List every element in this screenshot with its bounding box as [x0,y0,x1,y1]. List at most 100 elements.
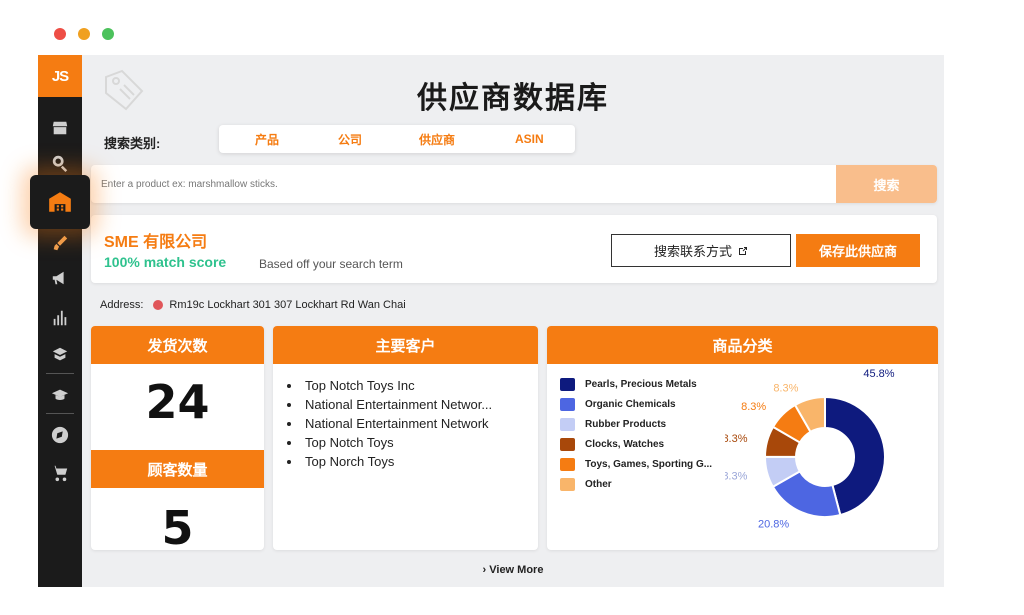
sidebar-divider [46,413,74,414]
legend-label: Clocks, Watches [585,438,665,450]
legend-label: Organic Chemicals [585,398,676,410]
customer-name: Top Norch Toys [305,454,395,469]
sidebar-item-search[interactable] [50,153,70,173]
category-donut-chart: 45.8% 20.8% 8.3% 8.3% 8.3% 8.3% [725,368,895,530]
search-icon [52,155,68,172]
supplier-name: SME 有限公司 [104,234,208,251]
sidebar-item-store[interactable] [50,118,70,138]
sidebar-item-marketing[interactable] [50,268,70,288]
location-pin-icon [153,300,164,310]
view-more-label: View More [489,564,544,576]
view-more-link[interactable]: › View More [82,564,944,576]
legend-swatch [560,417,575,431]
customer-count-value: 5 [161,501,194,550]
legend-item: Clocks, Watches [560,434,712,454]
list-item: Top Notch Toys [287,433,538,452]
minimize-window-icon[interactable] [78,28,90,40]
shipments-value: 24 [145,375,210,429]
match-score: 100% match score [104,254,227,270]
tab-supplier[interactable]: 供应商 [419,131,455,148]
legend-item: Rubber Products [560,414,712,434]
legend-swatch [560,477,575,491]
address-label: Address: [100,299,144,311]
brush-icon [53,235,68,251]
sidebar-item-cart[interactable] [50,463,70,483]
legend-item: Organic Chemicals [560,394,712,414]
list-item: Top Notch Toys Inc [287,376,538,395]
legend-item: Toys, Games, Sporting G... [560,454,712,474]
list-item: Top Norch Toys [287,452,538,471]
customer-name: Top Notch Toys [305,435,394,450]
search-contact-label: 搜索联系方式 [653,244,732,259]
legend-item: Other [560,474,712,494]
store-icon [52,121,68,135]
cart-icon [51,465,68,482]
address-row: Address: Rm19c Lockhart 301 307 Lockhart… [100,299,406,311]
sidebar: JS [30,55,90,587]
donut-slice-label: 8.3% [725,470,748,482]
search-category-tabs: 产品 公司 供应商 ASIN [219,125,575,153]
supplier-card: SME 有限公司 100% match score Based off your… [91,215,937,283]
close-window-icon[interactable] [54,28,66,40]
chart-legend: Pearls, Precious Metals Organic Chemicals… [560,374,712,494]
top-customers-card: 主要客户 Top Notch Toys Inc National Enterta… [273,326,538,550]
sidebar-divider [46,373,74,374]
customer-list: Top Notch Toys Inc National Entertainmen… [273,364,538,471]
search-bar: 搜索 [91,165,937,203]
sidebar-item-analytics[interactable] [50,308,70,328]
legend-item: Pearls, Precious Metals [560,374,712,394]
product-category-title: 商品分类 [547,326,938,364]
save-supplier-button[interactable]: 保存此供应商 [796,234,920,267]
bar-chart-icon [53,310,67,326]
app-window: JS 供应商数据库 搜索类别: 产品 公司 供应商 ASIN Enter a p… [30,55,944,587]
legend-swatch [560,457,575,471]
shipment-stats-card: 发货次数 24 顾客数量 5 [91,326,264,550]
external-link-icon [739,246,747,255]
sidebar-item-explore[interactable] [50,425,70,445]
search-contact-button[interactable]: 搜索联系方式 [611,234,791,267]
sidebar-item-tools[interactable] [50,233,70,253]
list-item: National Entertainment Network [287,414,538,433]
sidebar-item-learning[interactable] [50,385,70,405]
customer-count-title: 顾客数量 [91,450,264,488]
donut-slice-label: 8.3% [725,433,748,445]
search-category-label: 搜索类别: [104,136,161,151]
list-item: National Entertainment Networ... [287,395,538,414]
search-input[interactable] [91,165,836,203]
legend-swatch [560,437,575,451]
legend-swatch [560,397,575,411]
donut-slice-label: 8.3% [773,382,798,394]
tab-company[interactable]: 公司 [338,131,362,148]
megaphone-icon [52,271,64,285]
legend-swatch [560,377,575,391]
main-content: 供应商数据库 搜索类别: 产品 公司 供应商 ASIN 搜索 SME 有限公司 … [82,55,944,587]
match-note: Based off your search term [259,257,403,271]
tab-asin[interactable]: ASIN [515,132,544,146]
donut-slice-label: 45.8% [863,368,894,380]
legend-label: Rubber Products [585,418,667,430]
tab-product[interactable]: 产品 [255,131,279,148]
shipments-title: 发货次数 [91,326,264,364]
search-button[interactable]: 搜索 [836,165,937,203]
product-category-card: 商品分类 Pearls, Precious Metals Organic Chem… [547,326,938,550]
page-title: 供应商数据库 [417,82,609,115]
app-logo[interactable]: JS [38,55,82,97]
customer-name: Top Notch Toys Inc [305,378,415,393]
mortarboard-stack-icon [52,347,68,361]
donut-slice-label: 8.3% [741,401,766,413]
donut-slice-label: 20.8% [758,518,789,530]
legend-label: Toys, Games, Sporting G... [585,458,713,470]
customer-name: National Entertainment Networ... [305,397,493,412]
maximize-window-icon[interactable] [102,28,114,40]
sidebar-item-academy[interactable] [50,345,70,365]
window-controls [54,28,114,40]
top-customers-title: 主要客户 [273,326,538,364]
graduation-cap-icon [51,389,69,400]
legend-label: Pearls, Precious Metals [585,378,697,390]
address-value: Rm19c Lockhart 301 307 Lockhart Rd Wan C… [169,299,406,311]
customer-name: National Entertainment Network [305,416,489,431]
legend-label: Other [585,478,612,490]
warehouse-icon [49,192,71,212]
sidebar-item-supplier-database[interactable] [30,175,90,229]
compass-icon [51,426,69,444]
